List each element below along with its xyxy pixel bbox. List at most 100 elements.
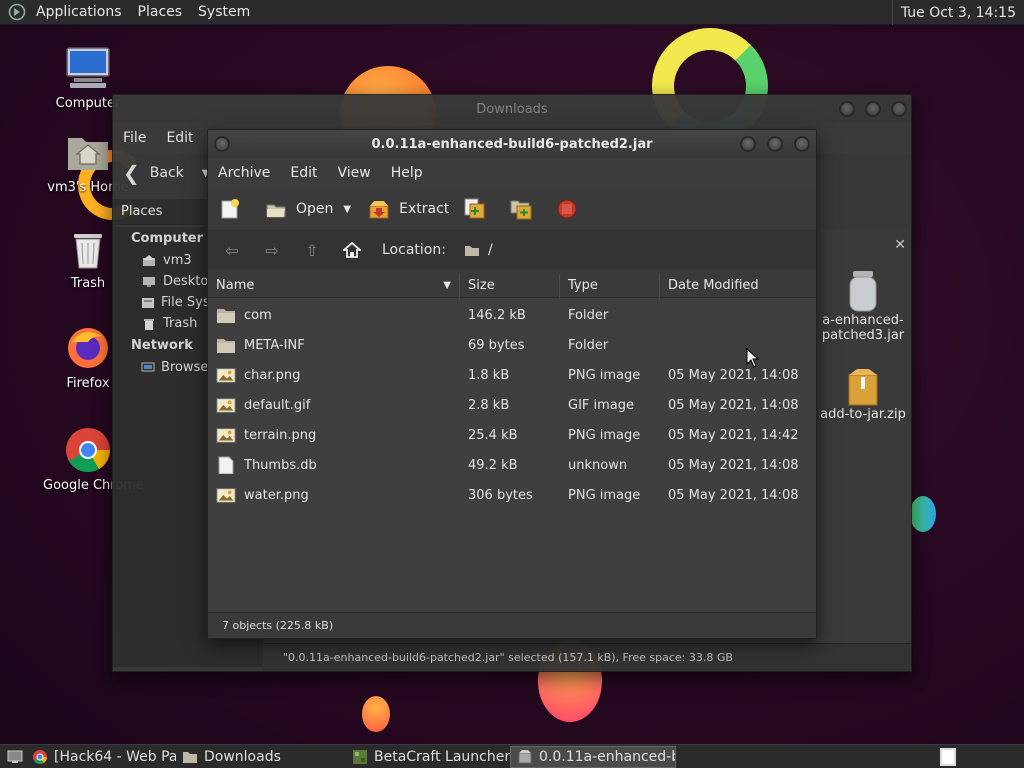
open-button[interactable]: Open [264,197,333,221]
column-header-name[interactable]: Name ▼ [208,273,460,298]
network-icon [141,361,155,375]
open-dropdown-button[interactable]: ▼ [343,204,351,215]
taskbar-item-label: 0.0.11a-enhanced-b... [539,748,675,765]
table-row[interactable]: char.png 1.8 kB PNG image 05 May 2021, 14:0… [208,360,816,390]
distro-logo-icon[interactable] [6,1,28,23]
file-size: 1.8 kB [468,367,510,383]
clock[interactable]: Tue Oct 3, 14:15 [891,0,1024,25]
places-menu[interactable]: Places [130,4,191,20]
chevron-down-icon: ▼ [343,203,352,215]
file-name-cell: com [208,306,460,324]
file-name: Thumbs.db [244,457,317,473]
file-name: default.gif [244,397,311,413]
downloads-statusbar: "0.0.11a-enhanced-build6-patched2.jar" s… [263,643,911,671]
window-menu-button[interactable] [214,136,230,152]
table-row[interactable]: default.gif 2.8 kB GIF image 05 May 2021, 1… [208,390,816,420]
image-file-icon [216,426,236,444]
file-name: char.png [244,367,301,383]
extract-button[interactable]: Extract [367,197,449,221]
downloads-titlebar[interactable]: Downloads [113,95,911,123]
archive-titlebar[interactable]: 0.0.11a-enhanced-build6-patched2.jar [208,130,816,158]
view-menu[interactable]: View [328,165,381,181]
minimize-button[interactable] [839,101,855,117]
column-header-size[interactable]: Size [460,273,560,298]
edit-menu[interactable]: Edit [156,130,203,146]
table-row[interactable]: water.png 306 bytes PNG image 05 May 2021, … [208,480,816,510]
file-item-zip[interactable]: add-to-jar.zip [818,367,908,422]
folder-icon [216,336,236,354]
file-item-label: patched3.jar [821,328,905,343]
chrome-icon [32,749,48,765]
column-header-date[interactable]: Date Modified [660,274,816,298]
file-size: 25.4 kB [468,427,518,443]
add-folder-button[interactable] [509,197,541,221]
file-date: 05 May 2021, 14:08 [668,457,799,473]
system-menu[interactable]: System [190,4,258,20]
window-title: Downloads [476,101,548,117]
folder-icon [216,306,236,324]
taskbar-item-label: BetaCraft Launcher ... [374,748,510,765]
table-row[interactable]: Thumbs.db 49.2 kB unknown 05 May 2021, 14:0… [208,450,816,480]
file-date: 05 May 2021, 14:08 [668,397,799,413]
help-menu[interactable]: Help [381,165,433,181]
home-icon[interactable] [338,238,366,262]
taskbar-item[interactable]: [Hack64 - Web Patc... [26,746,176,768]
close-button[interactable] [794,136,810,152]
chrome-icon [64,426,112,474]
applications-menu[interactable]: Applications [28,4,130,20]
location-path-text: / [487,242,493,258]
location-path[interactable]: / [464,242,493,258]
generic-file-icon [216,456,236,474]
table-row[interactable]: terrain.png 25.4 kB PNG image 05 May 2021, … [208,420,816,450]
top-panel: Applications Places System Tue Oct 3, 14… [0,0,1024,25]
extract-label: Extract [399,201,450,217]
add-folder-icon [509,197,533,221]
minimize-button[interactable] [740,136,756,152]
taskbar-item-label: Downloads [204,748,281,765]
show-desktop-icon[interactable] [4,746,26,768]
maximize-button[interactable] [767,136,783,152]
add-files-button[interactable] [463,197,495,221]
file-size: 69 bytes [468,337,525,353]
decor-teal-blob [910,496,936,532]
extract-icon [367,197,391,221]
forward-arrow-icon[interactable]: ⇨ [258,238,286,262]
file-item-jar[interactable]: a-enhanced- patched3.jar [818,269,908,343]
back-arrow-icon[interactable]: ❮ [123,161,140,185]
sidebar-item-label: vm3 [163,253,192,268]
close-button[interactable] [891,101,907,117]
file-type: Folder [568,307,609,323]
maximize-button[interactable] [865,101,881,117]
back-arrow-icon[interactable]: ⇦ [218,238,246,262]
column-header-type[interactable]: Type [560,273,660,298]
image-file-icon [216,396,236,414]
edit-menu[interactable]: Edit [280,165,327,181]
taskbar-item[interactable]: 0.0.11a-enhanced-b... [510,745,676,768]
file-name: water.png [244,487,309,503]
file-size: 2.8 kB [468,397,510,413]
file-name-cell: water.png [208,486,460,504]
file-name: META-INF [244,337,305,353]
taskbar-item[interactable]: BetaCraft Launcher ... [346,746,510,768]
back-button[interactable]: Back [150,165,184,181]
workspace-switcher-icon[interactable] [940,748,956,766]
file-date: 05 May 2021, 14:08 [668,487,799,503]
status-text: "0.0.11a-enhanced-build6-patched2.jar" s… [283,651,733,664]
trash-icon [141,317,157,331]
table-row[interactable]: META-INF 69 bytes Folder [208,330,816,360]
close-icon[interactable]: ✕ [894,237,906,253]
archive-menu[interactable]: Archive [208,165,280,181]
up-arrow-icon[interactable]: ⇧ [298,238,326,262]
mouse-cursor [746,347,760,372]
file-type: GIF image [568,397,635,413]
taskbar-item[interactable]: Downloads [176,746,346,768]
table-row[interactable]: com 146.2 kB Folder [208,300,816,330]
downloads-file-area: ✕ a-enhanced- patched3.jar add-to-jar.zi… [818,229,910,649]
file-menu[interactable]: File [113,130,156,146]
file-type: PNG image [568,427,641,443]
file-date: 05 May 2021, 14:08 [668,367,799,383]
new-archive-button[interactable] [218,197,250,221]
stop-button[interactable] [555,197,587,221]
archive-icon [517,749,533,765]
file-type: PNG image [568,487,641,503]
